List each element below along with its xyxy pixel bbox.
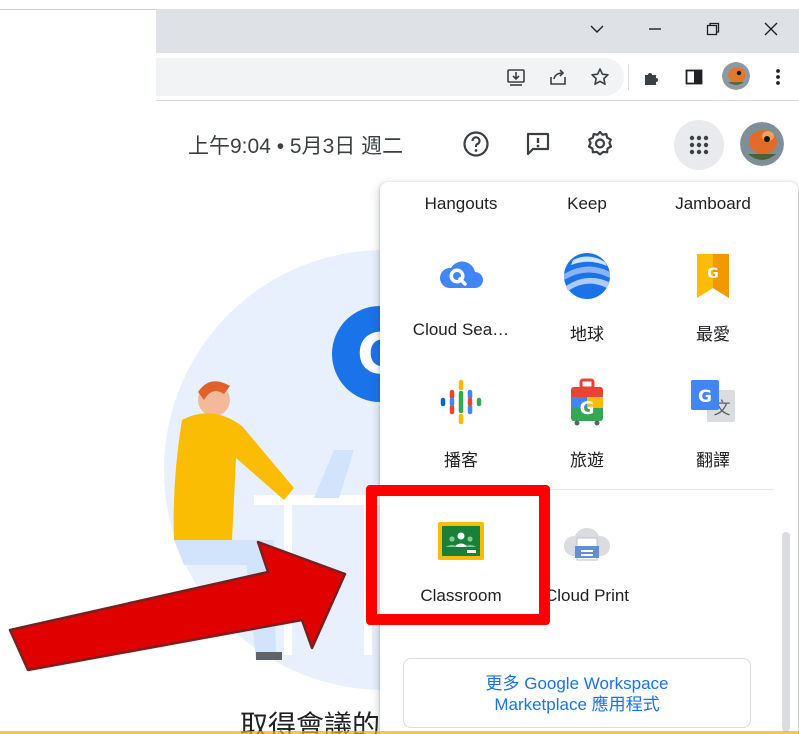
app-earth[interactable]: 地球 — [524, 252, 650, 344]
apps-grid-icon[interactable] — [674, 120, 724, 170]
bottom-heading: 取得會議的 — [240, 710, 381, 734]
install-icon[interactable] — [502, 63, 530, 91]
app-podcasts[interactable]: 播客 — [398, 378, 524, 470]
travel-icon: G — [571, 378, 603, 426]
app-cloud-search[interactable]: Cloud Sea… — [398, 252, 524, 344]
minimize-icon[interactable] — [626, 9, 684, 49]
app-label: Jamboard — [675, 194, 751, 213]
app-label: 播客 — [444, 451, 478, 470]
feedback-icon[interactable] — [518, 124, 558, 164]
apps-panel: Hangouts Keep Jamboard Cloud Sea… 地球 G 最… — [380, 182, 798, 734]
account-avatar[interactable] — [740, 122, 784, 166]
cloud-print-icon — [563, 528, 611, 561]
side-panel-icon[interactable] — [680, 63, 708, 91]
bookmark-star-icon[interactable] — [586, 63, 614, 91]
more-vert-icon[interactable] — [764, 63, 792, 91]
cloud-search-icon — [439, 261, 483, 288]
datetime-text: 上午9:04 • 5月3日 週二 — [188, 135, 404, 158]
more-workspace-apps-button[interactable]: 更多 Google Workspace Marketplace 應用程式 — [403, 658, 751, 728]
toolbar-separator — [628, 64, 629, 90]
app-label: 翻譯 — [696, 451, 730, 470]
app-label: 最愛 — [696, 325, 730, 344]
app-label: Cloud Sea… — [412, 320, 510, 339]
svg-text:G: G — [580, 398, 595, 419]
panel-scrollbar[interactable] — [782, 532, 790, 732]
app-keep[interactable]: Keep — [524, 194, 650, 214]
profile-avatar[interactable] — [722, 62, 750, 90]
share-icon[interactable] — [544, 63, 572, 91]
chevron-down-icon[interactable] — [568, 9, 626, 49]
app-label: Hangouts — [424, 194, 498, 213]
earth-icon — [564, 253, 610, 299]
translate-icon: 文 G — [691, 380, 735, 422]
svg-text:G: G — [707, 266, 719, 282]
app-label: 旅遊 — [570, 451, 604, 470]
app-hangouts[interactable]: Hangouts — [398, 194, 524, 214]
help-icon[interactable] — [456, 124, 496, 164]
more-button-line1: 更多 Google Workspace — [485, 674, 669, 693]
app-travel[interactable]: G 旅遊 — [524, 378, 650, 470]
app-label: 地球 — [570, 325, 604, 344]
app-translate[interactable]: 文 G 翻譯 — [650, 378, 776, 470]
extensions-puzzle-icon[interactable] — [638, 63, 666, 91]
close-icon[interactable] — [742, 9, 799, 49]
app-saved[interactable]: G 最愛 — [650, 252, 776, 344]
settings-icon[interactable] — [580, 124, 620, 164]
restore-icon[interactable] — [684, 9, 742, 49]
svg-text:G: G — [698, 387, 712, 407]
app-label: Keep — [567, 194, 607, 213]
more-button-line2: Marketplace 應用程式 — [494, 695, 660, 714]
annotation-highlight-box — [366, 485, 550, 625]
app-jamboard[interactable]: Jamboard — [650, 194, 776, 214]
podcasts-icon — [440, 379, 482, 425]
saved-bookmark-icon: G — [697, 254, 729, 298]
annotation-arrow — [8, 540, 347, 672]
divider-line — [0, 9, 156, 10]
